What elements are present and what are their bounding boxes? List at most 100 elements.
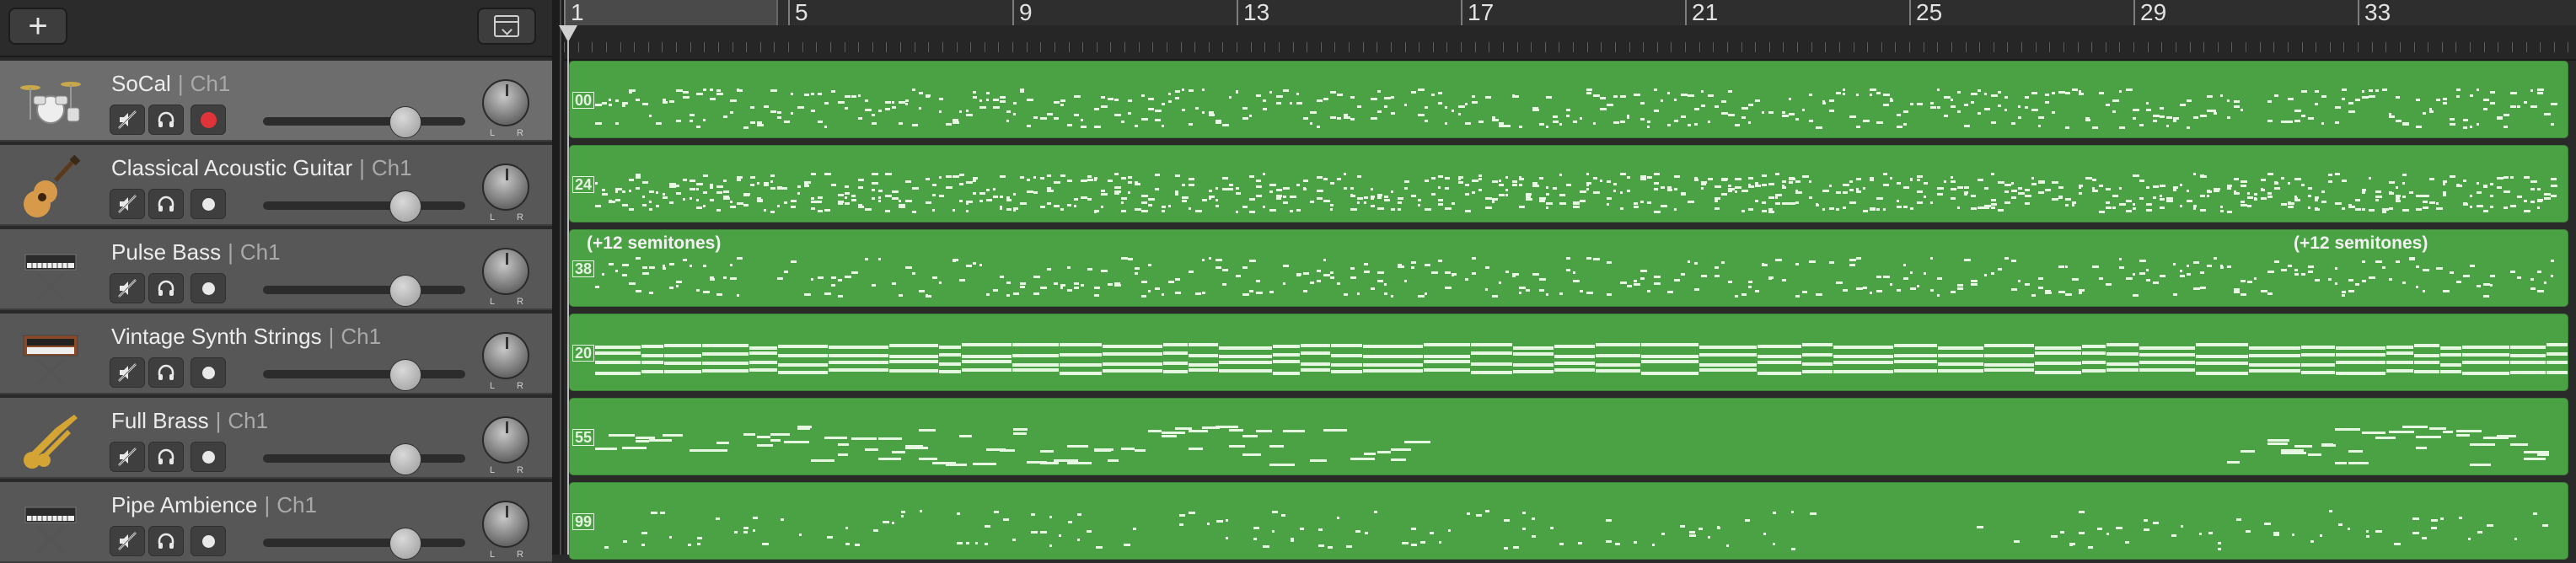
- pan-knob[interactable]: [482, 332, 529, 379]
- tracks-area[interactable]: 00 24 38 (+12 semitones) (+12 semitones)…: [564, 61, 2576, 560]
- volume-fader-track[interactable]: [263, 370, 465, 378]
- headphones-icon: [158, 280, 174, 296]
- volume-fader-track[interactable]: [263, 454, 465, 463]
- ruler-beat-tick: [1937, 42, 1939, 52]
- midi-region[interactable]: 99: [569, 482, 2568, 560]
- mute-button[interactable]: [110, 189, 145, 219]
- record-enable-button[interactable]: [191, 273, 226, 303]
- volume-fader-track[interactable]: [263, 201, 465, 210]
- record-enable-button[interactable]: [191, 357, 226, 388]
- volume-fader-knob[interactable]: [389, 528, 421, 560]
- volume-fader-track[interactable]: [263, 117, 465, 126]
- ruler-beat-tick: [759, 42, 761, 52]
- volume-fader-knob[interactable]: [389, 190, 421, 223]
- pan-knob[interactable]: [482, 501, 529, 548]
- midi-region[interactable]: 24: [569, 145, 2568, 223]
- record-enable-button[interactable]: [191, 526, 226, 556]
- ruler-beat-tick: [2399, 42, 2401, 52]
- volume-fader-knob[interactable]: [389, 275, 421, 307]
- pan-right-label: R: [517, 465, 523, 475]
- mute-button[interactable]: [110, 526, 145, 556]
- pan-right-label: R: [517, 550, 523, 560]
- midi-region[interactable]: 20: [569, 314, 2568, 391]
- region-number: 38: [572, 260, 595, 277]
- midi-notes: [604, 510, 2548, 550]
- ruler-beat-tick: [1264, 42, 1266, 52]
- solo-button[interactable]: [148, 189, 184, 219]
- track-name[interactable]: Full Brass | Ch1: [111, 408, 268, 434]
- ruler-beat-tick: [2147, 42, 2149, 52]
- add-track-button[interactable]: +: [8, 8, 67, 45]
- ruler-beat-tick: [717, 42, 719, 52]
- acoustic-guitar-icon[interactable]: [19, 154, 83, 219]
- record-icon: [201, 534, 215, 548]
- playhead-line: [567, 40, 569, 555]
- pan-knob[interactable]: [482, 248, 529, 295]
- record-enable-button[interactable]: [191, 189, 226, 219]
- keyboard-stand-icon[interactable]: [19, 239, 83, 303]
- track-name-label: Full Brass: [111, 408, 209, 433]
- ruler-beat-tick: [1040, 42, 1042, 52]
- track-name[interactable]: Pulse Bass | Ch1: [111, 239, 281, 265]
- playhead-icon[interactable]: [559, 25, 577, 42]
- pan-left-label: L: [490, 212, 496, 223]
- ruler-bar-tick: [788, 0, 790, 25]
- track-name[interactable]: SoCal | Ch1: [111, 71, 230, 97]
- track-name[interactable]: Pipe Ambience | Ch1: [111, 492, 317, 518]
- ruler-beat-tick: [1629, 42, 1630, 52]
- pan-right-label: R: [517, 128, 523, 138]
- trumpet-icon[interactable]: [19, 408, 83, 472]
- track-header[interactable]: Vintage Synth Strings | Ch1 L R: [0, 314, 552, 394]
- mute-button[interactable]: [110, 273, 145, 303]
- solo-button[interactable]: [148, 273, 184, 303]
- mute-button[interactable]: [110, 105, 145, 135]
- solo-button[interactable]: [148, 105, 184, 135]
- solo-button[interactable]: [148, 442, 184, 472]
- track-header[interactable]: SoCal | Ch1 L R: [0, 61, 552, 142]
- bar-ruler[interactable]: 15913172125293337: [564, 0, 2576, 61]
- ruler-beat-tick: [1334, 42, 1336, 52]
- pan-knob[interactable]: [482, 164, 529, 211]
- ruler-beat-tick: [1152, 42, 1154, 52]
- mute-button[interactable]: [110, 442, 145, 472]
- speaker-muted-icon: [118, 448, 137, 466]
- pan-knob[interactable]: [482, 416, 529, 464]
- record-icon: [201, 197, 215, 211]
- track-header-menu-button[interactable]: [477, 8, 536, 45]
- ruler-beat-tick: [2217, 42, 2219, 52]
- volume-fader-knob[interactable]: [389, 106, 421, 138]
- record-enable-button[interactable]: [191, 442, 226, 472]
- pan-knob[interactable]: [482, 79, 529, 126]
- ruler-beat-tick: [647, 42, 649, 52]
- solo-button[interactable]: [148, 526, 184, 556]
- ruler-bar-tick: [1685, 0, 1687, 25]
- ruler-beat-tick: [1838, 42, 1840, 52]
- ruler-beat-tick: [1390, 42, 1392, 52]
- volume-fader-track[interactable]: [263, 539, 465, 547]
- mute-button[interactable]: [110, 357, 145, 388]
- track-header[interactable]: Classical Acoustic Guitar | Ch1 L R: [0, 145, 552, 226]
- track-header[interactable]: Pipe Ambience | Ch1 L R: [0, 482, 552, 563]
- track-header[interactable]: Full Brass | Ch1 L R: [0, 398, 552, 479]
- panel-divider[interactable]: [552, 0, 564, 555]
- speaker-muted-icon: [118, 279, 137, 298]
- ruler-beat-tick: [788, 42, 789, 52]
- synth-keyboard-icon[interactable]: [19, 324, 83, 388]
- volume-fader-knob[interactable]: [389, 443, 421, 475]
- track-name[interactable]: Vintage Synth Strings | Ch1: [111, 324, 381, 350]
- track-name[interactable]: Classical Acoustic Guitar | Ch1: [111, 155, 412, 181]
- midi-region[interactable]: 38 (+12 semitones) (+12 semitones): [569, 229, 2568, 307]
- region-number: 24: [572, 176, 595, 193]
- channel-label: Ch1: [239, 239, 281, 265]
- track-header[interactable]: Pulse Bass | Ch1 L R: [0, 229, 552, 310]
- keyboard-stand-icon[interactable]: [19, 492, 83, 556]
- volume-fader-knob[interactable]: [389, 359, 421, 391]
- ruler-beat-tick: [2540, 42, 2541, 52]
- midi-region[interactable]: 55: [569, 398, 2568, 475]
- volume-fader-track[interactable]: [263, 286, 465, 294]
- cycle-region[interactable]: [564, 0, 778, 25]
- solo-button[interactable]: [148, 357, 184, 388]
- drum-kit-icon[interactable]: [19, 71, 83, 135]
- midi-region[interactable]: 00: [569, 61, 2568, 138]
- record-enable-button[interactable]: [191, 105, 226, 135]
